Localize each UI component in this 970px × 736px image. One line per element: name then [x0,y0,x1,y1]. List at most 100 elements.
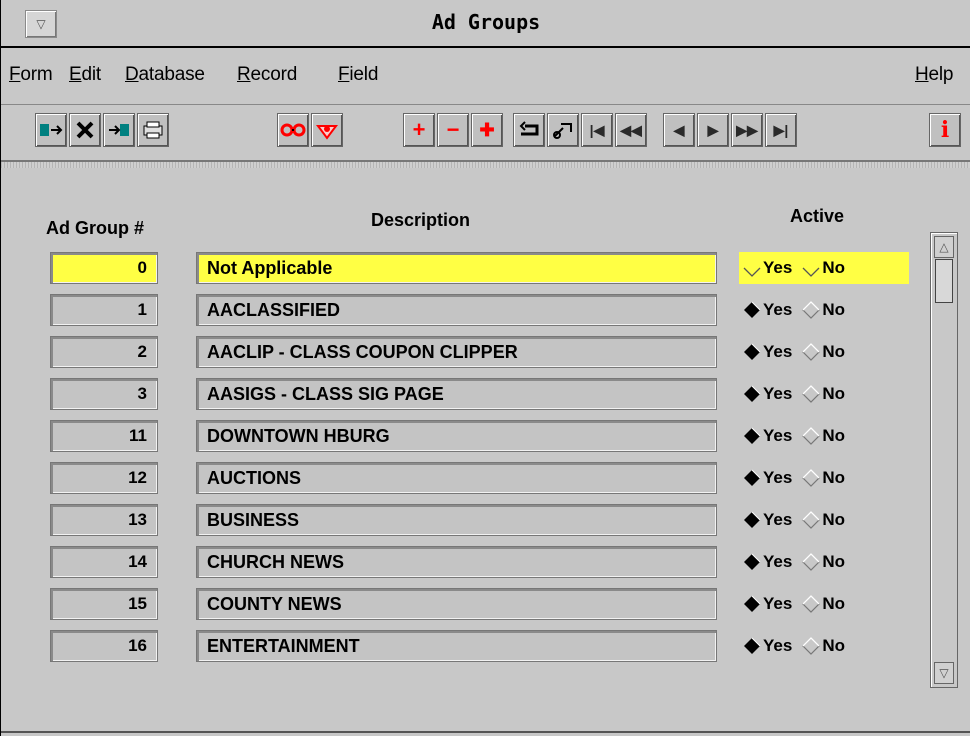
description-field[interactable]: COUNTY NEWS [196,588,717,620]
table-row[interactable]: 12 AUCTIONS Yes No [1,462,931,498]
active-yes-radio[interactable]: Yes [739,384,794,404]
table-row[interactable]: 14 CHURCH NEWS Yes No [1,546,931,582]
active-yes-radio[interactable]: Yes [739,636,794,656]
minus-icon: − [446,117,460,142]
ad-group-number-field[interactable]: 2 [50,336,158,368]
active-no-radio[interactable]: No [798,552,847,572]
x-icon [76,121,94,139]
next-page-button[interactable]: ▶▶ [731,113,763,147]
radio-unchecked-icon [802,267,820,277]
active-no-radio[interactable]: No [798,636,847,656]
print-button[interactable] [137,113,169,147]
description-field[interactable]: AUCTIONS [196,462,717,494]
active-yes-radio[interactable]: Yes [739,258,794,278]
table-row[interactable]: 0 Not Applicable Yes No [1,252,931,288]
active-yes-radio[interactable]: Yes [739,300,794,320]
description-field[interactable]: AACLIP - CLASS COUPON CLIPPER [196,336,717,368]
active-no-radio[interactable]: No [798,468,847,488]
fast-forward-icon: ▶▶ [736,122,758,138]
menu-edit[interactable]: Edit [69,64,101,86]
no-label: No [822,342,845,361]
radio-unchecked-icon [743,267,761,277]
active-yes-radio[interactable]: Yes [739,342,794,362]
table-row[interactable]: 16 ENTERTAINMENT Yes No [1,630,931,666]
menu-database[interactable]: Database [125,64,205,86]
description-field[interactable]: AASIGS - CLASS SIG PAGE [196,378,717,410]
info-button[interactable]: i [929,113,961,147]
scroll-thumb[interactable] [935,259,953,303]
active-no-radio[interactable]: No [798,258,847,278]
find-button[interactable] [311,113,343,147]
ad-group-number-field[interactable]: 1 [50,294,158,326]
description-field[interactable]: DOWNTOWN HBURG [196,420,717,452]
ad-group-number-field[interactable]: 0 [50,252,158,284]
ad-group-number-field[interactable]: 3 [50,378,158,410]
last-record-button[interactable]: ▶| [765,113,797,147]
toolbar: + − ✚ |◀ ◀◀ ◀ ▶ ▶▶ ▶| i [1,104,970,162]
table-row[interactable]: 2 AACLIP - CLASS COUPON CLIPPER Yes No [1,336,931,372]
active-no-radio[interactable]: No [798,426,847,446]
prev-page-button[interactable]: ◀◀ [615,113,647,147]
import-icon [109,124,129,136]
exit-button[interactable] [35,113,67,147]
plus-icon: + [412,117,426,142]
description-field[interactable]: AACLASSIFIED [196,294,717,326]
insert-record-button[interactable]: ✚ [471,113,503,147]
radio-checked-icon [744,385,761,402]
next-record-button[interactable]: ▶ [697,113,729,147]
ad-group-number-field[interactable]: 12 [50,462,158,494]
radio-unchecked-icon [802,511,821,529]
find-icon [316,125,338,140]
add-record-button[interactable]: + [403,113,435,147]
radio-checked-icon [744,427,761,444]
menu-help[interactable]: Help [915,64,953,86]
scroll-down-button[interactable]: ▽ [934,662,954,684]
prev-record-button[interactable]: ◀ [663,113,695,147]
description-field[interactable]: CHURCH NEWS [196,546,717,578]
active-no-radio[interactable]: No [798,594,847,614]
active-no-radio[interactable]: No [798,342,847,362]
active-yes-radio[interactable]: Yes [739,510,794,530]
import-button[interactable] [103,113,135,147]
menu-form[interactable]: Form [9,64,53,86]
ad-group-number-field[interactable]: 16 [50,630,158,662]
menu-bar: Form Edit Database Record Field Help [1,48,970,105]
description-field[interactable]: BUSINESS [196,504,717,536]
active-yes-radio[interactable]: Yes [739,594,794,614]
ad-group-number-field[interactable]: 14 [50,546,158,578]
active-yes-radio[interactable]: Yes [739,426,794,446]
radio-unchecked-icon [802,637,821,655]
printer-icon [143,121,163,139]
yes-label: Yes [763,426,793,445]
active-yes-radio[interactable]: Yes [739,468,794,488]
table-row[interactable]: 11 DOWNTOWN HBURG Yes No [1,420,931,456]
active-no-radio[interactable]: No [798,384,847,404]
table-row[interactable]: 13 BUSINESS Yes No [1,504,931,540]
description-field[interactable]: ENTERTAINMENT [196,630,717,662]
active-no-radio[interactable]: No [798,510,847,530]
view-button[interactable] [277,113,309,147]
no-label: No [822,258,845,277]
table-row[interactable]: 15 COUNTY NEWS Yes No [1,588,931,624]
scroll-up-button[interactable]: △ [934,236,954,258]
vertical-scrollbar[interactable]: △ ▽ [930,232,958,688]
undo-button[interactable] [513,113,545,147]
active-yes-radio[interactable]: Yes [739,552,794,572]
menu-record[interactable]: Record [237,64,297,86]
ad-group-number-field[interactable]: 11 [50,420,158,452]
yes-label: Yes [763,342,793,361]
remove-record-button[interactable]: − [437,113,469,147]
description-field[interactable]: Not Applicable [196,252,717,284]
delete-button[interactable] [69,113,101,147]
menu-field[interactable]: Field [338,64,378,86]
table-row[interactable]: 1 AACLASSIFIED Yes No [1,294,931,330]
radio-unchecked-icon [802,385,821,403]
first-record-button[interactable]: |◀ [581,113,613,147]
triangle-down-icon: ▽ [939,666,949,680]
link-button[interactable] [547,113,579,147]
active-no-radio[interactable]: No [798,300,847,320]
ad-group-number-field[interactable]: 13 [50,504,158,536]
table-row[interactable]: 3 AASIGS - CLASS SIG PAGE Yes No [1,378,931,414]
radio-unchecked-icon [802,553,821,571]
ad-group-number-field[interactable]: 15 [50,588,158,620]
